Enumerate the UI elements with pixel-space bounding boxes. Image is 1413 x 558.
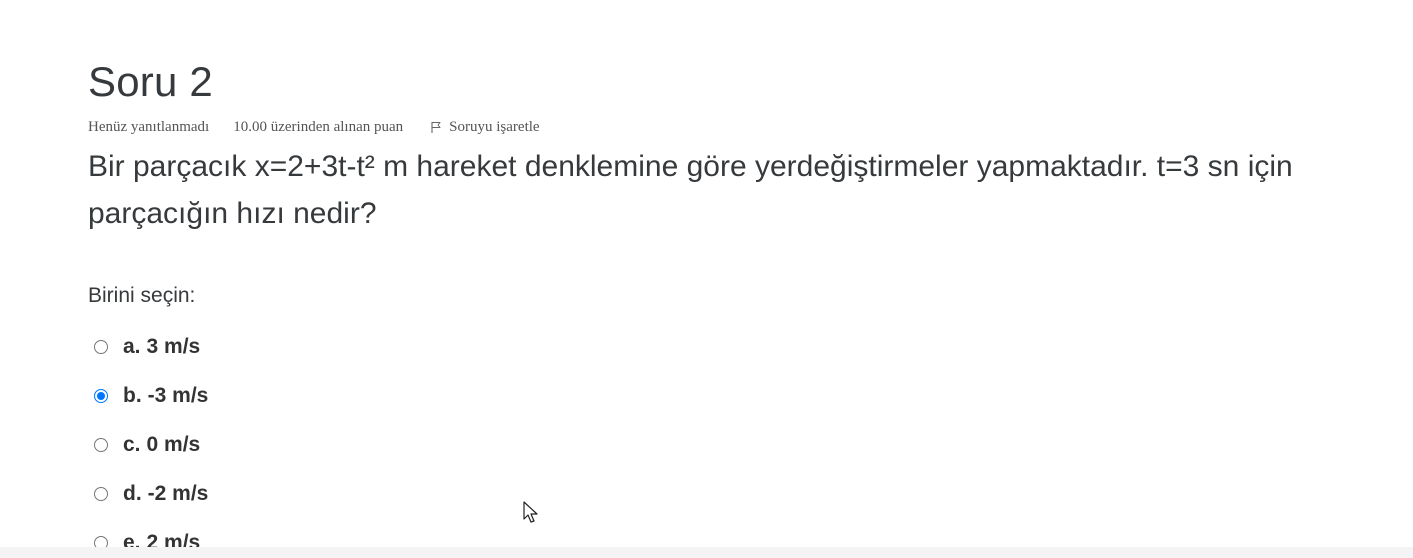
- flag-question-link[interactable]: Soruyu işaretle: [429, 118, 540, 136]
- answer-radio-b[interactable]: [94, 388, 108, 403]
- answer-list: a. 3 m/s b. -3 m/s c. 0 m/s d. -2 m/s e.…: [92, 322, 208, 558]
- answer-option-b[interactable]: b. -3 m/s: [92, 371, 208, 420]
- question-grade: 10.00 üzerinden alınan puan: [233, 118, 404, 135]
- answer-prompt: Birini seçin:: [88, 284, 196, 307]
- bottom-edge: [0, 547, 1413, 558]
- answer-label-c[interactable]: c. 0 m/s: [123, 433, 200, 457]
- answer-letter: a.: [123, 334, 141, 358]
- flag-question-label: Soruyu işaretle: [449, 118, 540, 135]
- answer-text: 3 m/s: [146, 334, 201, 358]
- answer-radio-a[interactable]: [94, 339, 108, 354]
- question-text: Bir parçacık x=2+3t-t² m hareket denklem…: [88, 150, 1293, 230]
- answer-text: -2 m/s: [147, 481, 209, 505]
- answer-text: 0 m/s: [146, 432, 201, 456]
- answer-label-b[interactable]: b. -3 m/s: [123, 384, 208, 408]
- question-title: Soru 2: [88, 58, 213, 105]
- answer-label-d[interactable]: d. -2 m/s: [123, 482, 208, 506]
- answer-label-a[interactable]: a. 3 m/s: [123, 335, 200, 359]
- answer-letter: d.: [123, 481, 142, 505]
- answer-option-a[interactable]: a. 3 m/s: [92, 322, 208, 371]
- answer-letter: c.: [123, 432, 141, 456]
- answer-letter: b.: [123, 383, 142, 407]
- answer-radio-d[interactable]: [94, 486, 108, 501]
- flag-icon: [431, 122, 441, 133]
- answer-option-c[interactable]: c. 0 m/s: [92, 420, 208, 469]
- question-info: Henüz yanıtlanmadı 10.00 üzerinden alına…: [88, 118, 540, 136]
- quiz-page: Soru 2 Henüz yanıtlanmadı 10.00 üzerinde…: [0, 0, 1413, 558]
- mouse-pointer-icon: [523, 501, 538, 523]
- answer-text: -3 m/s: [147, 383, 209, 407]
- question-state: Henüz yanıtlanmadı: [88, 118, 210, 135]
- answer-radio-c[interactable]: [94, 437, 108, 452]
- answer-option-d[interactable]: d. -2 m/s: [92, 469, 208, 518]
